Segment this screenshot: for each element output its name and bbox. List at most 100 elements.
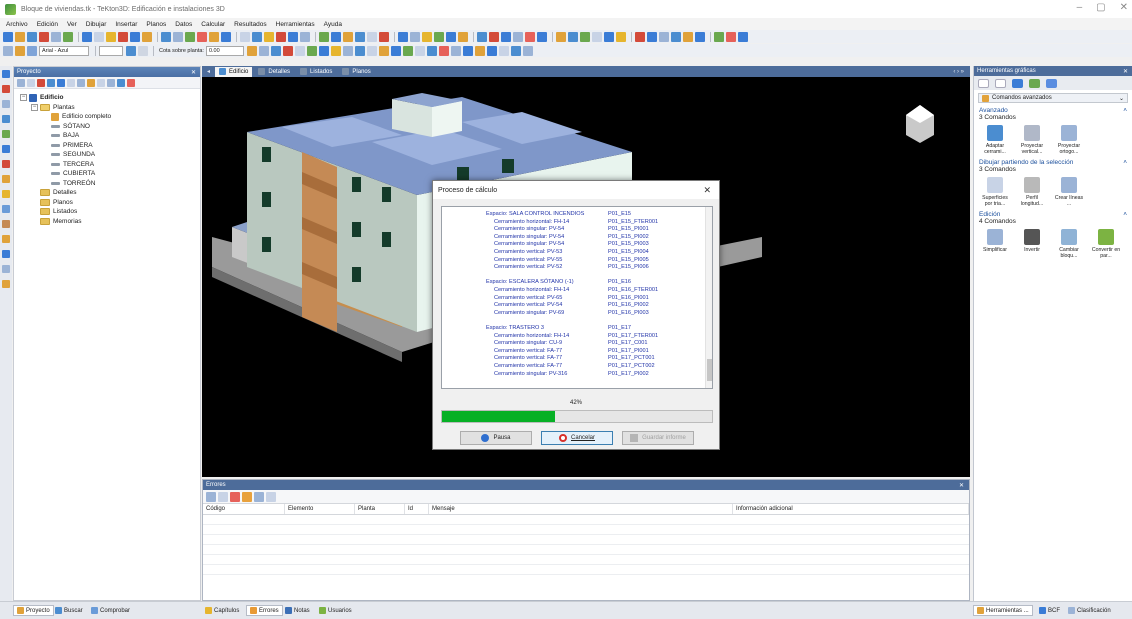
toolbar-tool-icon[interactable] xyxy=(276,31,286,42)
toolbar-tool-icon[interactable] xyxy=(378,45,389,56)
menu-calcular[interactable]: Calcular xyxy=(201,21,225,28)
column-mensaje[interactable]: Mensaje xyxy=(429,504,733,514)
tree-item[interactable]: − Edificio xyxy=(14,93,200,103)
toolbar-tool-icon[interactable] xyxy=(525,31,535,42)
toolbar-tool-icon[interactable] xyxy=(426,45,437,56)
size-combo[interactable] xyxy=(99,45,123,56)
tab-usuarios[interactable]: Usuarios xyxy=(316,605,355,616)
toolbar-tool-icon[interactable] xyxy=(197,31,207,42)
tab-proyecto[interactable]: Proyecto xyxy=(13,605,54,616)
toolbar-tool-icon[interactable] xyxy=(604,31,614,42)
toolbar-tool-icon[interactable] xyxy=(671,31,681,42)
toolbar-tool-icon[interactable] xyxy=(258,45,269,56)
tab-clasificacion[interactable]: Clasificación xyxy=(1065,605,1114,616)
command-button[interactable]: Invertir xyxy=(1015,229,1049,259)
toolbar-tool-icon[interactable] xyxy=(142,31,152,42)
command-button[interactable]: Proyectar ortogo... xyxy=(1052,125,1086,155)
menu-dibujar[interactable]: Dibujar xyxy=(86,21,107,28)
toolbar-tool-icon[interactable] xyxy=(477,31,487,42)
toolbar-tool-icon[interactable] xyxy=(486,45,497,56)
tab-listados[interactable]: Listados xyxy=(296,67,336,77)
menu-ver[interactable]: Ver xyxy=(67,21,77,28)
column-planta[interactable]: Planta xyxy=(355,504,405,514)
tree-expander-icon[interactable]: − xyxy=(31,103,38,111)
side-tool-icon[interactable] xyxy=(2,235,10,243)
toolbar-tool-icon[interactable] xyxy=(446,31,456,42)
paint-icon[interactable] xyxy=(138,45,148,56)
project-tool-icon[interactable] xyxy=(107,78,115,87)
collapse-icon[interactable]: ˄ xyxy=(1123,159,1127,166)
cancel-button[interactable]: Cancelar xyxy=(541,431,613,445)
project-tool-icon[interactable] xyxy=(87,78,95,87)
toolbar-tool-icon[interactable] xyxy=(51,31,61,42)
toolbar-tool-icon[interactable] xyxy=(592,31,602,42)
filter-icon[interactable] xyxy=(218,491,228,502)
cota-input[interactable]: 0.00 xyxy=(205,45,244,56)
tab-notas[interactable]: Notas xyxy=(282,605,313,616)
command-button[interactable]: Cambiar bloqu... xyxy=(1052,229,1086,259)
command-button[interactable]: Proyectar vertical... xyxy=(1015,125,1049,155)
tab-blocks-icon[interactable] xyxy=(1012,78,1023,88)
toolbar-tool-icon[interactable] xyxy=(130,31,140,42)
export-icon[interactable] xyxy=(266,491,276,502)
side-tool-icon[interactable] xyxy=(2,175,10,183)
tree-item[interactable]: Memorias xyxy=(14,217,200,227)
toolbar-tool-icon[interactable] xyxy=(556,31,566,42)
toolbar-tool-icon[interactable] xyxy=(367,31,377,42)
calculation-log[interactable]: Espacio: SALA CONTROL INCENDIOS P01_E15 Ce… xyxy=(441,206,713,389)
side-tool-icon[interactable] xyxy=(2,250,10,258)
side-tool-icon[interactable] xyxy=(2,145,10,153)
dialog-close-icon[interactable]: ✕ xyxy=(703,185,711,196)
command-button[interactable]: Convertir en par... xyxy=(1089,229,1123,259)
menu-datos[interactable]: Datos xyxy=(175,21,192,28)
tab-detalles[interactable]: Detalles xyxy=(254,67,294,77)
tree-item[interactable]: TORREÓN xyxy=(14,179,200,189)
maximize-icon[interactable]: ▢ xyxy=(1096,2,1105,13)
info-filter-icon[interactable] xyxy=(254,491,264,502)
tab-buscar[interactable]: Buscar xyxy=(52,605,86,616)
errors-panel-close-icon[interactable]: ✕ xyxy=(959,482,964,489)
toolbar-tool-icon[interactable] xyxy=(402,45,413,56)
tree-item[interactable]: BAJA xyxy=(14,131,200,141)
warning-filter-icon[interactable] xyxy=(242,491,252,502)
toolbar-tool-icon[interactable] xyxy=(501,31,511,42)
toolbar-tool-icon[interactable] xyxy=(695,31,705,42)
toolbar-tool-icon[interactable] xyxy=(330,45,341,56)
tab-errores[interactable]: Errores xyxy=(246,605,283,616)
text-style-icon[interactable] xyxy=(27,45,37,56)
collapse-icon[interactable]: ˄ xyxy=(1123,107,1127,114)
view-cube-icon[interactable] xyxy=(906,105,934,143)
tab-edificio[interactable]: Edificio xyxy=(215,66,253,77)
command-category-combo[interactable]: Comandos avanzados ⌄ xyxy=(978,93,1128,103)
column-codigo[interactable]: Código xyxy=(203,504,285,514)
project-tool-icon[interactable] xyxy=(127,78,135,87)
toolbar-tool-icon[interactable] xyxy=(319,31,329,42)
toolbar-tool-icon[interactable] xyxy=(294,45,305,56)
toolbar-tool-icon[interactable] xyxy=(462,45,473,56)
toolbar-tool-icon[interactable] xyxy=(185,31,195,42)
side-tool-icon[interactable] xyxy=(2,70,10,78)
tabs-scroll-left-icon[interactable]: ◂ xyxy=(207,68,210,75)
project-tool-icon[interactable] xyxy=(17,78,25,87)
project-tool-icon[interactable] xyxy=(57,78,65,87)
tree-item[interactable]: SEGUNDA xyxy=(14,150,200,160)
toolbar-tool-icon[interactable] xyxy=(513,31,523,42)
toolbar-tool-icon[interactable] xyxy=(282,45,293,56)
project-tool-icon[interactable] xyxy=(117,78,125,87)
tab-info-icon[interactable] xyxy=(1046,78,1057,88)
toolbar-tool-icon[interactable] xyxy=(318,45,329,56)
pencil-icon[interactable] xyxy=(15,45,25,56)
tab-draw-icon[interactable] xyxy=(978,78,989,88)
side-tool-icon[interactable] xyxy=(2,130,10,138)
side-tool-icon[interactable] xyxy=(2,220,10,228)
refresh-icon[interactable] xyxy=(206,491,216,502)
toolbar-tool-icon[interactable] xyxy=(647,31,657,42)
toolbar-tool-icon[interactable] xyxy=(288,31,298,42)
side-tool-icon[interactable] xyxy=(2,205,10,213)
toolbar-tool-icon[interactable] xyxy=(306,45,317,56)
tab-herramientas[interactable]: Herramientas ... xyxy=(973,605,1033,616)
log-scrollbar[interactable] xyxy=(705,207,712,388)
project-tool-icon[interactable] xyxy=(67,78,75,87)
toolbar-tool-icon[interactable] xyxy=(27,31,37,42)
toolbar-tool-icon[interactable] xyxy=(616,31,626,42)
